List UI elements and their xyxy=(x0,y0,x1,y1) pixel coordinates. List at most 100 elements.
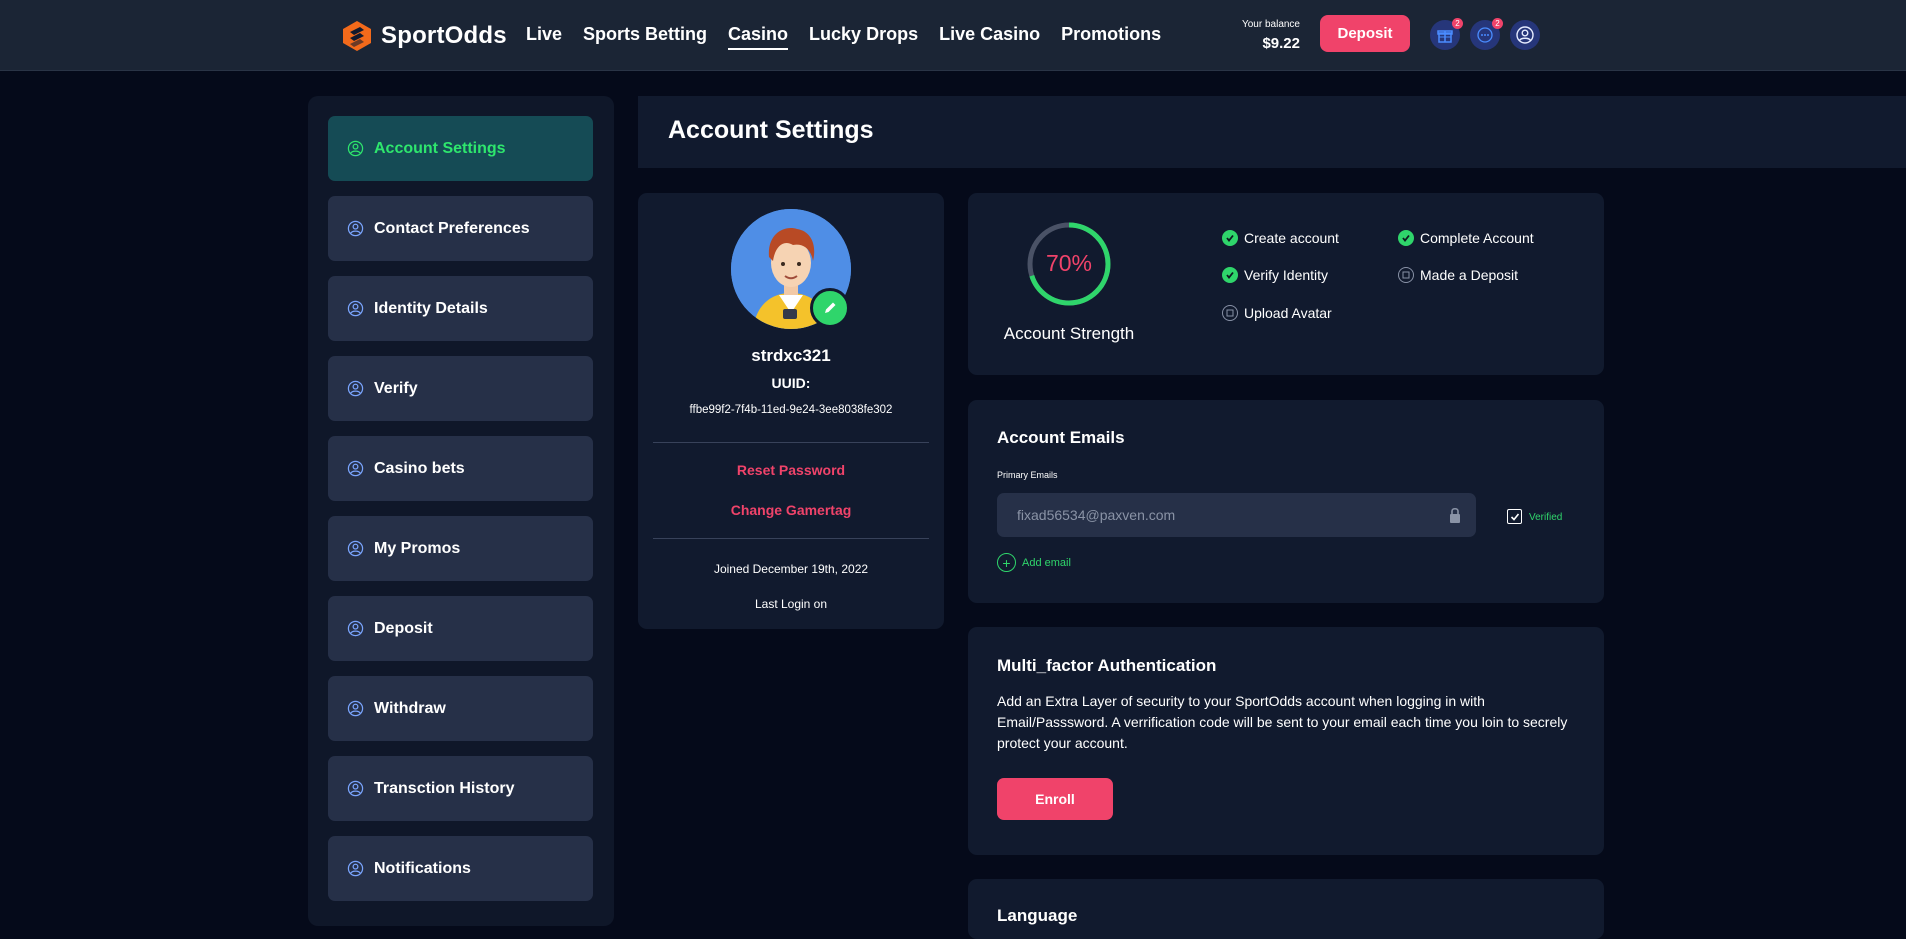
add-email-button[interactable]: + Add email xyxy=(997,553,1071,572)
deposit-button[interactable]: Deposit xyxy=(1320,15,1410,52)
sidebar-item-identity-details[interactable]: Identity Details xyxy=(328,276,593,341)
task-upload-avatar: Upload Avatar xyxy=(1222,305,1332,321)
edit-avatar-button[interactable] xyxy=(810,288,850,328)
task-label: Verify Identity xyxy=(1244,267,1329,283)
pending-icon xyxy=(1222,305,1238,321)
plus-icon: + xyxy=(997,553,1016,572)
emails-title: Account Emails xyxy=(997,428,1125,447)
nav-live-casino[interactable]: Live Casino xyxy=(939,24,1040,50)
nav-casino[interactable]: Casino xyxy=(728,24,789,50)
profile-button[interactable] xyxy=(1510,20,1540,50)
mfa-description: Add an Extra Layer of security to your S… xyxy=(997,693,1568,751)
verified-checkbox[interactable] xyxy=(1507,509,1522,524)
nav-lucky-drops[interactable]: Lucky Drops xyxy=(809,24,918,50)
sidebar-item-casino-bets[interactable]: Casino bets xyxy=(328,436,593,501)
reset-password-link[interactable]: Reset Password xyxy=(638,462,944,478)
task-label: Complete Account xyxy=(1420,230,1534,246)
language-card: Language xyxy=(968,879,1604,939)
nav-sports-betting[interactable]: Sports Betting xyxy=(583,24,707,50)
verified-label: Verified xyxy=(1529,512,1563,523)
sidebar-item-notifications[interactable]: Notifications xyxy=(328,836,593,901)
gift-icon xyxy=(1437,30,1453,43)
username: strdxc321 xyxy=(751,346,831,365)
sidebar-item-label: Verify xyxy=(374,379,418,397)
check-icon xyxy=(1510,512,1519,521)
sidebar-item-label: Identity Details xyxy=(374,299,488,317)
divider xyxy=(653,442,929,443)
main-nav: Live Sports Betting Casino Lucky Drops L… xyxy=(526,24,1182,50)
sidebar-item-label: Deposit xyxy=(374,619,433,637)
sidebar-item-transaction-history[interactable]: Transction History xyxy=(328,756,593,821)
sidebar-item-verify[interactable]: Verify xyxy=(328,356,593,421)
profile-card: strdxc321 UUID: ffbe99f2-7f4b-11ed-9e24-… xyxy=(638,193,944,629)
task-label: Create account xyxy=(1244,230,1339,246)
brand-name: SportOdds xyxy=(381,22,507,49)
language-title: Language xyxy=(997,906,1078,925)
nav-live[interactable]: Live xyxy=(526,24,562,50)
nav-promotions[interactable]: Promotions xyxy=(1061,24,1161,50)
lock-icon xyxy=(1450,507,1460,523)
sidebar-item-label: My Promos xyxy=(374,539,461,557)
check-icon xyxy=(1222,230,1238,246)
task-verify-identity: Verify Identity xyxy=(1222,267,1328,283)
sidebar-item-label: Account Settings xyxy=(374,139,506,157)
sidebar-item-withdraw[interactable]: Withdraw xyxy=(328,676,593,741)
sidebar-item-label: Casino bets xyxy=(374,459,465,477)
sidebar-item-my-promos[interactable]: My Promos xyxy=(328,516,593,581)
user-circle-icon xyxy=(347,620,364,637)
uuid-label: UUID: xyxy=(771,375,811,391)
change-gamertag-link[interactable]: Change Gamertag xyxy=(638,502,944,518)
strength-label: Account Strength xyxy=(1003,324,1135,343)
sidebar-item-contact-preferences[interactable]: Contact Preferences xyxy=(328,196,593,261)
brand-logo[interactable]: SportOdds xyxy=(342,19,507,53)
chat-badge: 2 xyxy=(1492,18,1503,29)
user-circle-icon xyxy=(347,220,364,237)
gift-badge: 2 xyxy=(1452,18,1463,29)
chat-button[interactable]: 2 xyxy=(1470,18,1503,50)
chat-icon xyxy=(1477,27,1493,43)
task-complete-account: Complete Account xyxy=(1398,230,1534,246)
primary-emails-label: Primary Emails xyxy=(997,470,1058,480)
task-label: Upload Avatar xyxy=(1244,305,1332,321)
logo-mark-icon xyxy=(343,21,371,51)
sidebar-item-account-settings[interactable]: Account Settings xyxy=(328,116,593,181)
user-circle-icon xyxy=(347,540,364,557)
user-circle-icon xyxy=(347,780,364,797)
account-strength-card: 70% Account Strength Create account Comp… xyxy=(968,193,1604,375)
sidebar-item-label: Contact Preferences xyxy=(374,219,530,237)
pencil-icon xyxy=(825,302,836,313)
task-create-account: Create account xyxy=(1222,230,1339,246)
user-circle-icon xyxy=(347,860,364,877)
task-made-deposit: Made a Deposit xyxy=(1398,267,1518,283)
user-circle-icon xyxy=(347,700,364,717)
gift-button[interactable]: 2 xyxy=(1430,18,1463,50)
page-title: Account Settings xyxy=(668,116,874,144)
primary-email-field[interactable] xyxy=(997,493,1476,537)
mfa-title: Multi_factor Authentication xyxy=(997,656,1217,675)
balance-display: Your balance $9.22 xyxy=(1230,19,1300,52)
balance-label: Your balance xyxy=(1241,19,1300,30)
user-circle-icon xyxy=(347,380,364,397)
last-login: Last Login on xyxy=(754,597,828,611)
enroll-button[interactable]: Enroll xyxy=(997,778,1113,820)
sidebar-item-deposit[interactable]: Deposit xyxy=(328,596,593,661)
user-circle-icon xyxy=(347,460,364,477)
sidebar-item-label: Notifications xyxy=(374,859,471,877)
pending-icon xyxy=(1398,267,1414,283)
uuid-value: ffbe99f2-7f4b-11ed-9e24-3ee8038fe302 xyxy=(689,404,893,416)
page-header: Account Settings xyxy=(638,96,1906,168)
check-icon xyxy=(1222,267,1238,283)
add-email-label: Add email xyxy=(1022,556,1071,569)
sidebar-item-label: Transction History xyxy=(374,779,515,797)
task-label: Made a Deposit xyxy=(1420,267,1519,283)
mfa-card: Multi_factor Authentication Add an Extra… xyxy=(968,627,1604,855)
check-icon xyxy=(1398,230,1414,246)
sidebar-item-label: Withdraw xyxy=(374,699,446,717)
strength-percent: 70% xyxy=(1045,250,1093,276)
joined-date: Joined December 19th, 2022 xyxy=(713,562,869,576)
user-icon xyxy=(1516,26,1534,44)
user-circle-icon xyxy=(347,300,364,317)
divider xyxy=(653,538,929,539)
account-sidebar: Account Settings Contact Preferences Ide… xyxy=(308,96,614,926)
balance-value: $9.22 xyxy=(1262,35,1300,52)
